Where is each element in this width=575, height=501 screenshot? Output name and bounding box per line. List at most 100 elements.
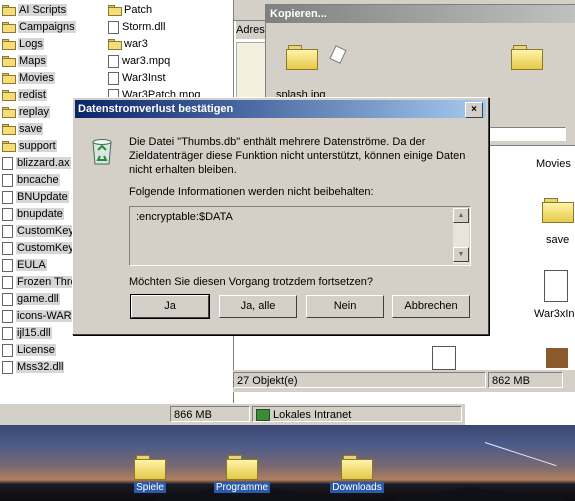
list-item[interactable]: bnupdate: [2, 207, 64, 222]
folder-icon: [108, 39, 122, 51]
document-icon[interactable]: [544, 270, 568, 302]
left-status-bar: 866 MB Lokales Intranet: [0, 403, 465, 426]
list-item-label: Logs: [18, 38, 44, 50]
desktop-icon-label: Spiele: [134, 482, 166, 493]
desktop-icon-label: Downloads: [330, 482, 384, 493]
folder-icon: [134, 455, 166, 480]
cancel-button[interactable]: Abbrechen: [392, 295, 470, 318]
copy-window-title: Kopieren...: [266, 5, 575, 23]
desktop-icon-downloads[interactable]: Downloads: [322, 455, 392, 493]
list-item[interactable]: support: [2, 139, 57, 154]
list-item-label: Maps: [18, 55, 47, 67]
progress-bar: [488, 127, 566, 141]
folder-icon: [2, 141, 16, 153]
list-item-label: BNUpdate: [16, 191, 69, 203]
close-button[interactable]: ×: [465, 102, 483, 118]
list-item-label: License: [16, 344, 56, 356]
folder-icon: [2, 124, 16, 136]
folder-icon: [2, 56, 16, 68]
list-item[interactable]: war3.mpq: [108, 54, 170, 69]
list-item[interactable]: Logs: [2, 37, 44, 52]
list-item[interactable]: War3Inst: [108, 71, 166, 86]
file-icon[interactable]: [432, 346, 456, 370]
desktop-icon-spiele[interactable]: Spiele: [115, 455, 185, 493]
target-folder-icon: [511, 45, 543, 70]
list-item[interactable]: Storm.dll: [108, 20, 165, 35]
yes-button[interactable]: Ja: [130, 294, 210, 319]
list-item[interactable]: ijl15.dll: [2, 326, 52, 341]
list-item[interactable]: replay: [2, 105, 50, 120]
list-item-label: Movies: [18, 72, 55, 84]
info-box[interactable]: :encryptable:$DATA ▲ ▼: [129, 206, 471, 266]
folder-icon: [2, 73, 16, 85]
info-value: :encryptable:$DATA: [136, 211, 233, 223]
file-icon: [2, 360, 13, 374]
list-item-label: war3: [124, 38, 148, 50]
list-item[interactable]: blizzard.ax: [2, 156, 71, 171]
item-save[interactable]: save: [546, 234, 569, 246]
item-war3xin[interactable]: War3xIn: [534, 308, 575, 320]
info-scrollbar[interactable]: ▲ ▼: [453, 208, 469, 264]
folder-icon: [2, 5, 16, 17]
file-icon: [108, 71, 119, 85]
list-item-label: bnupdate: [16, 208, 64, 220]
dialog-title-text: Datenstromverlust bestätigen: [78, 103, 234, 115]
list-item-label: save: [18, 123, 44, 135]
file-icon: [2, 173, 13, 187]
list-item[interactable]: Movies: [2, 71, 55, 86]
file-icon: [108, 54, 119, 68]
list-item-label: ijl15.dll: [16, 327, 52, 339]
mountain-right: [390, 487, 570, 501]
intranet-icon: [256, 409, 270, 422]
list-item-label: Storm.dll: [122, 21, 166, 33]
list-item-label: support: [18, 140, 57, 152]
no-button[interactable]: Nein: [306, 295, 384, 318]
folder-icon: [341, 455, 373, 480]
list-item-label: redist: [18, 89, 47, 101]
status-size: 866 MB: [170, 406, 250, 422]
list-item[interactable]: Mss32.dll: [2, 360, 65, 375]
status-size-right: 862 MB: [488, 372, 563, 388]
file-icon: [2, 309, 13, 323]
file-icon: [2, 241, 13, 255]
list-item-label: EULA: [16, 259, 47, 271]
scroll-down-icon[interactable]: ▼: [453, 247, 469, 262]
file-icon: [2, 292, 13, 306]
list-item[interactable]: Campaigns: [2, 20, 76, 35]
right-status-bar: 27 Objekt(e) 862 MB: [233, 370, 575, 392]
folder-icon: [2, 22, 16, 34]
dialog-message: Die Datei "Thumbs.db" enthält mehrere Da…: [129, 136, 466, 176]
list-item[interactable]: License: [2, 343, 56, 358]
list-item[interactable]: Patch: [108, 3, 152, 18]
list-item-label: bncache: [16, 174, 60, 186]
list-item[interactable]: save: [2, 122, 44, 137]
list-item[interactable]: BNUpdate: [2, 190, 69, 205]
file-icon: [2, 326, 13, 340]
list-item[interactable]: redist: [2, 88, 47, 103]
yes-all-button[interactable]: Ja, alle: [219, 295, 297, 318]
list-item[interactable]: war3: [108, 37, 148, 52]
status-count: 27 Objekt(e): [233, 372, 486, 388]
folder-icon: [226, 455, 258, 480]
desktop-icon-programme[interactable]: Programme: [207, 455, 277, 493]
file-icon: [2, 156, 13, 170]
file-icon: [2, 207, 13, 221]
list-item[interactable]: Maps: [2, 54, 47, 69]
list-item[interactable]: game.dll: [2, 292, 60, 307]
preview-thumb: [236, 42, 268, 104]
item-movies[interactable]: Movies: [536, 158, 575, 170]
dialog-title: Datenstromverlust bestätigen ×: [75, 100, 486, 118]
app-icon[interactable]: [546, 348, 568, 368]
scroll-up-icon[interactable]: ▲: [453, 208, 469, 223]
list-item-label: War3Inst: [122, 72, 166, 84]
list-item[interactable]: AI Scripts: [2, 3, 68, 18]
list-item[interactable]: EULA: [2, 258, 47, 273]
file-icon: [2, 343, 13, 357]
list-item-label: Mss32.dll: [16, 361, 65, 373]
file-icon: [2, 275, 13, 289]
folder-icon[interactable]: [542, 198, 574, 223]
list-item[interactable]: bncache: [2, 173, 60, 188]
dialog-question: Möchten Sie diesen Vorgang trotzdem fort…: [129, 276, 373, 288]
folder-icon: [2, 39, 16, 51]
file-icon: [2, 190, 13, 204]
